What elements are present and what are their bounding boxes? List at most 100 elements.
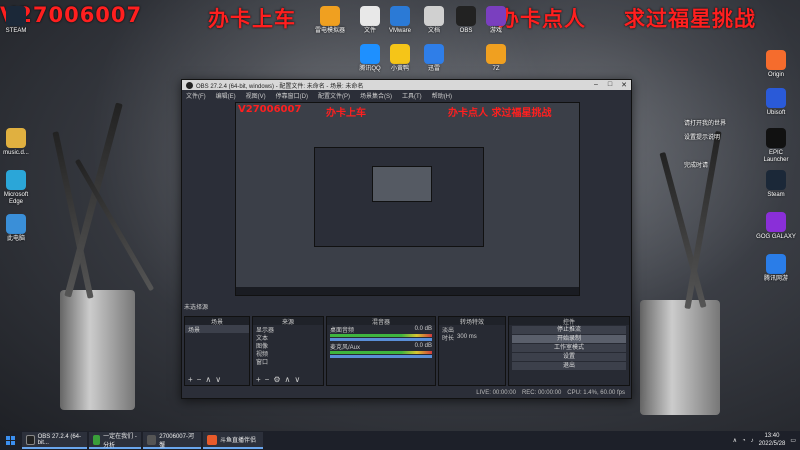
move-down-button[interactable]: ∨ <box>215 375 221 384</box>
desktop-shortcut-label: GOG GALAXY <box>756 234 796 240</box>
desktop-shortcut-label: 小黄鸭 <box>390 66 409 72</box>
desktop-shortcut[interactable]: EPIC Launcher <box>756 128 796 163</box>
edge-icon <box>6 170 26 190</box>
obs-menubar: 文件(F) 编辑(E) 视图(V) 停靠窗口(D) 配置文件(P) 场景集合(S… <box>182 90 631 100</box>
file-icon <box>360 6 380 26</box>
desktop-shortcut-label: Ubisoft <box>766 110 786 116</box>
desktop-shortcut-label: Steam <box>767 192 785 198</box>
transition-duration[interactable]: 时长 300 ms <box>439 333 505 342</box>
mixer-channel: 麦克风/Aux 0.0 dB <box>330 343 432 351</box>
mixer-channel: 桌面音频 0.0 dB <box>330 326 432 334</box>
steam-top-icon <box>6 6 26 26</box>
controls-dock: 控件 停止推流 开始录制 工作室模式 设置 退出 <box>508 316 630 386</box>
obs-window[interactable]: OBS 27.2.4 (64-bit, windows) - 配置文件: 未命名… <box>181 79 632 399</box>
emulator-icon <box>320 6 340 26</box>
remove-source-button[interactable]: − <box>265 375 270 384</box>
scene-item[interactable]: 场景 <box>185 325 249 334</box>
thunder-icon <box>424 44 444 64</box>
menu-scene-collection[interactable]: 场景集合(S) <box>360 91 392 100</box>
move-up-button[interactable]: ∧ <box>205 375 211 384</box>
volume-icon[interactable]: ♪ <box>751 438 754 444</box>
settings-button[interactable]: 设置 <box>512 353 626 361</box>
desktop-shortcut[interactable]: Steam <box>756 170 796 199</box>
qq-icon <box>360 44 380 64</box>
taskbar-item-douyu[interactable]: 斗鱼直播伴侣 <box>203 432 263 449</box>
overlay-challenge-text: 求过福星挑战 <box>624 7 756 31</box>
add-scene-button[interactable]: + <box>188 375 193 384</box>
notification-icon[interactable]: ▭ <box>790 437 796 444</box>
exit-button[interactable]: 退出 <box>512 362 626 370</box>
minimize-icon[interactable]: – <box>589 81 603 89</box>
desktop-shortcut-label: Microsoft Edge <box>3 192 29 205</box>
menu-docks[interactable]: 停靠窗口(D) <box>276 91 308 100</box>
desktop-shortcut[interactable]: Ubisoft <box>756 88 796 117</box>
desktop-shortcut[interactable]: 腾讯网游 <box>756 254 796 283</box>
taskbar-item-browser[interactable]: 一定在我们 - 分析 <box>89 432 141 449</box>
desktop-shortcut[interactable]: STEAM <box>0 6 36 35</box>
desktop-shortcut-label: STEAM <box>5 28 27 34</box>
volume-slider[interactable] <box>330 355 432 358</box>
remove-scene-button[interactable]: − <box>197 375 202 384</box>
zip-icon <box>486 44 506 64</box>
ubisoft-icon <box>766 88 786 108</box>
menu-edit[interactable]: 编辑(E) <box>216 91 236 100</box>
move-up-button[interactable]: ∧ <box>285 375 291 384</box>
browser-taskbar-icon <box>93 434 101 445</box>
brush <box>684 130 722 310</box>
preview-overlay-mid: 办卡上车 <box>326 108 366 119</box>
taskbar-item-folder[interactable]: 27006007-河蟹 <box>143 432 201 449</box>
desktop-shortcut[interactable]: 7Z <box>476 44 516 73</box>
scenes-dock: 场景 场景 + − ∧ ∨ <box>184 316 250 386</box>
studio-mode-button[interactable]: 工作室模式 <box>512 344 626 352</box>
network-icon[interactable]: ◔ <box>742 438 746 444</box>
epic-icon <box>766 128 786 148</box>
desktop-shortcut[interactable]: music.d... <box>0 128 36 157</box>
clock[interactable]: 13:40 2022/5/28 <box>759 433 786 447</box>
desktop-shortcut[interactable]: 游戏 <box>476 6 516 35</box>
move-down-button[interactable]: ∨ <box>294 375 300 384</box>
nested-preview <box>314 147 484 247</box>
gear-icon[interactable]: ⚙ <box>273 375 280 384</box>
stop-streaming-button[interactable]: 停止推流 <box>512 326 626 334</box>
start-recording-button[interactable]: 开始录制 <box>512 335 626 343</box>
desktop-shortcut-label: 7Z <box>492 66 500 72</box>
maximize-icon[interactable]: □ <box>603 81 617 89</box>
start-button[interactable] <box>0 431 20 450</box>
douyu-taskbar-icon <box>207 434 217 445</box>
menu-help[interactable]: 帮助(H) <box>432 91 452 100</box>
desktop-shortcut[interactable]: GOG GALAXY <box>756 212 796 241</box>
desktop-shortcut-label: 雷电模拟器 <box>314 28 345 34</box>
desktop-shortcut-label: 腾讯QQ <box>359 66 381 72</box>
desktop-shortcut[interactable]: 此电脑 <box>0 214 36 243</box>
game-icon <box>486 6 506 26</box>
vmware-icon <box>390 6 410 26</box>
preview-taskbar <box>236 287 579 295</box>
taskbar-item-obs[interactable]: OBS 27.2.4 (64-bit... <box>22 432 87 449</box>
desktop-shortcut[interactable]: 雷电模拟器 <box>310 6 350 35</box>
desktop-shortcut-label: 腾讯网游 <box>763 276 788 282</box>
desktop-shortcut[interactable]: 迅雷 <box>414 44 454 73</box>
menu-tools[interactable]: 工具(T) <box>402 91 422 100</box>
mixer-dock: 混音器 桌面音频 0.0 dB 麦克风/Aux 0.0 dB <box>326 316 436 386</box>
tencent-game-icon <box>766 254 786 274</box>
brush-cup-right <box>640 300 720 415</box>
menu-profile[interactable]: 配置文件(P) <box>318 91 350 100</box>
overlay-join-text: 办卡上车 <box>208 7 296 31</box>
obs-titlebar[interactable]: OBS 27.2.4 (64-bit, windows) - 配置文件: 未命名… <box>182 80 631 90</box>
obs-preview[interactable]: V27006007 办卡上车 办卡点人 求过福星挑战 <box>235 102 580 296</box>
chevron-up-icon[interactable]: ∧ <box>733 437 737 444</box>
desktop-shortcut[interactable]: Microsoft Edge <box>0 170 36 205</box>
this-pc-icon <box>6 214 26 234</box>
volume-meter <box>330 334 432 337</box>
menu-file[interactable]: 文件(F) <box>186 91 206 100</box>
no-source-label: 未选择源 <box>184 305 209 311</box>
menu-view[interactable]: 视图(V) <box>246 91 266 100</box>
origin-icon <box>766 50 786 70</box>
source-item[interactable]: 窗口 <box>253 357 323 366</box>
obs-window-title: OBS 27.2.4 (64-bit, windows) - 配置文件: 未命名… <box>196 83 364 90</box>
close-icon[interactable]: ✕ <box>617 81 631 89</box>
add-source-button[interactable]: + <box>256 375 261 384</box>
desktop-shortcut[interactable]: Origin <box>756 50 796 79</box>
desktop-shortcut-label: OBS <box>459 28 473 34</box>
side-text: 完成时请 <box>684 163 709 169</box>
